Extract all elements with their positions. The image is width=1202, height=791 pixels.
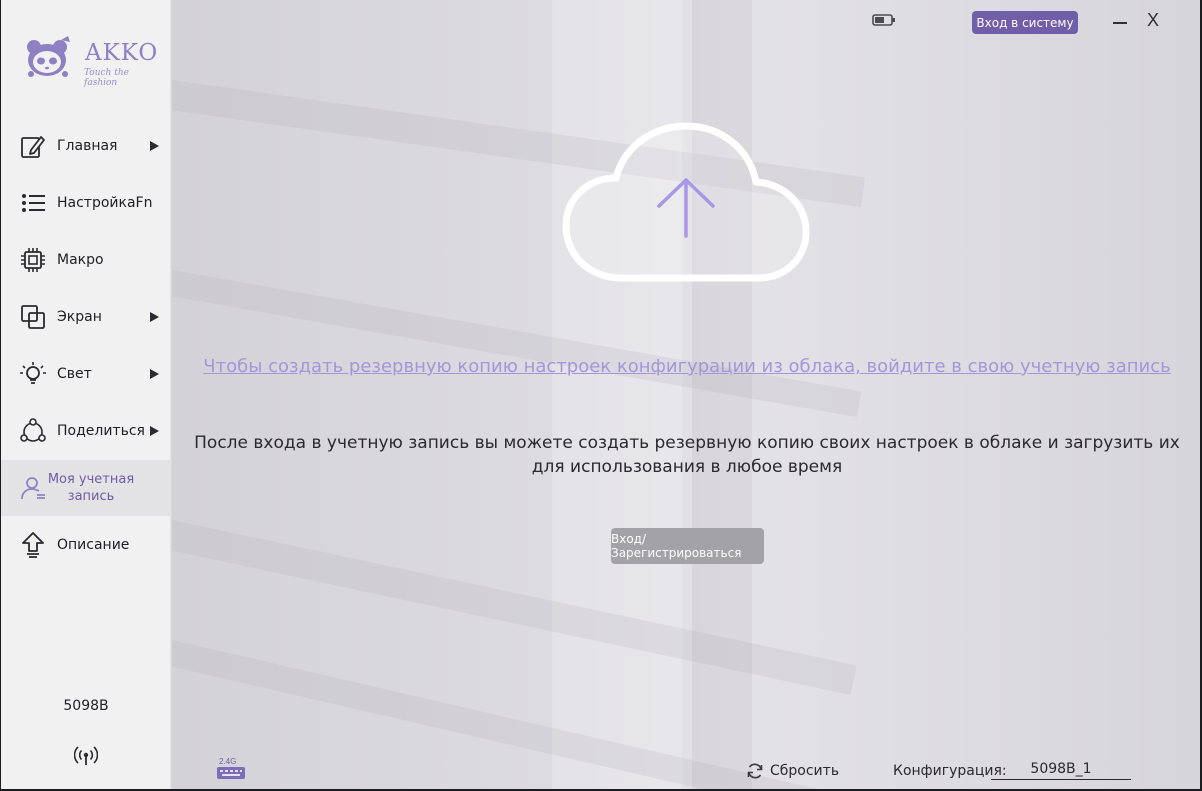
config-select[interactable]: 5098B_1 [991,761,1131,780]
expand-arrow-icon [150,312,159,322]
sidebar-item-share[interactable]: Поделиться [1,403,171,459]
edit-icon [21,136,45,158]
device-name: 5098B [63,698,109,714]
cloud-upload-icon [562,122,810,282]
expand-arrow-icon [150,141,159,151]
upload-arrow-icon [22,532,44,558]
bulb-icon [20,362,46,384]
sidebar-item-description[interactable]: Описание [1,517,171,573]
sidebar-item-label: Свет [57,366,92,382]
app-window: AKKO Touch the fashion Главная Настройка… [1,0,1200,789]
login-button[interactable]: Вход в систему [972,11,1078,34]
background-shadow-stripe [172,270,862,418]
sidebar-item-label: Моя учетная запись [47,472,135,504]
sidebar-item-label: Описание [57,537,130,553]
sidebar-item-label: Главная [57,138,118,154]
sidebar-item-my-account[interactable]: Моя учетная запись [1,460,171,516]
sidebar-item-label: НастройкаFn [57,195,153,211]
close-button[interactable]: X [1147,10,1159,31]
reset-button[interactable]: Сбросить [746,762,839,780]
sidebar: AKKO Touch the fashion Главная Настройка… [1,0,171,789]
sidebar-item-home[interactable]: Главная [1,118,171,174]
share-icon [20,418,46,442]
login-register-button[interactable]: Вход/Зарегистрироваться [611,528,764,564]
expand-arrow-icon [150,369,159,379]
sidebar-item-label: Экран [57,309,102,325]
sidebar-item-light[interactable]: Свет [1,346,171,402]
background-shadow-band [692,0,752,789]
expand-arrow-icon [150,426,159,436]
layers-icon [21,305,45,329]
wireless-signal-icon [74,746,98,765]
sidebar-item-label: Поделиться [57,423,145,439]
config-label: Конфигурация: [893,763,1007,779]
sidebar-item-macro[interactable]: Макро [1,232,171,288]
reset-label: Сбросить [770,763,840,779]
main-panel: Вход в систему X Чтобы создать резервную… [172,0,1200,789]
sidebar-item-label: Макро [57,252,104,268]
battery-icon [872,14,895,26]
account-info-text: После входа в учетную запись вы можете с… [172,431,1200,479]
cloud-backup-login-link[interactable]: Чтобы создать резервную копию настроек к… [172,356,1200,377]
minimize-icon[interactable] [1113,22,1127,24]
brand-tagline: Touch the fashion [84,68,129,88]
list-icon [22,194,45,212]
chip-icon [21,248,45,272]
brand-name: AKKO [85,40,159,66]
dongle-keyboard-icon: 2.4G [217,757,245,779]
sidebar-item-fn-settings[interactable]: НастройкаFn [1,175,171,231]
background-light-band [552,0,682,789]
sidebar-item-screen[interactable]: Экран [1,289,171,345]
dongle-label: 2.4G [219,757,236,766]
akko-mascot-icon [27,36,70,77]
info-line: После входа в учетную запись вы можете с… [194,433,1180,453]
refresh-icon [747,763,763,779]
info-line: для использования в любое время [531,457,843,477]
akko-logo: AKKO Touch the fashion [23,34,163,88]
